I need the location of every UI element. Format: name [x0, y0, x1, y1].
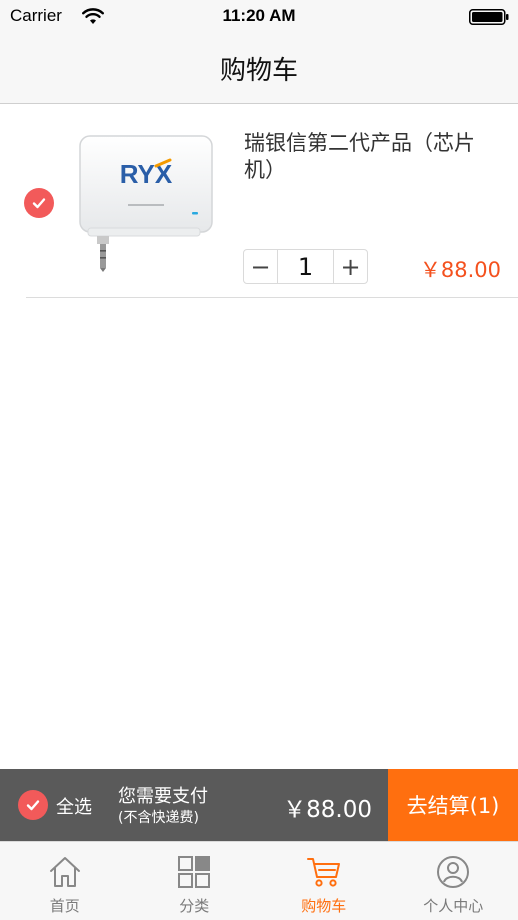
item-price: ￥88.00	[419, 258, 501, 282]
tab-home[interactable]: 首页	[0, 842, 130, 920]
navigation-bar: 购物车	[0, 34, 518, 104]
cart-item[interactable]: RYX 瑞银信第二代产品（芯片机） − 1 + ￥88.00	[0, 104, 518, 298]
select-all-label[interactable]: 全选	[56, 793, 92, 819]
tab-label: 首页	[49, 897, 80, 915]
user-icon	[437, 856, 470, 888]
pay-title: 您需要支付	[118, 786, 208, 807]
checkout-bar: 全选 您需要支付 (不含快递费) ￥88.00 去结算(1)	[0, 769, 518, 841]
cart-icon	[306, 858, 340, 887]
increment-button[interactable]: +	[333, 250, 367, 283]
decrement-button[interactable]: −	[244, 250, 278, 283]
battery-icon	[469, 9, 509, 25]
total-price: ￥88.00	[283, 797, 372, 823]
clock: 11:20 AM	[222, 6, 296, 25]
card-reader-icon[interactable]: RYX	[74, 130, 220, 274]
checkmark-icon	[32, 198, 46, 209]
tab-category[interactable]: 分类	[130, 842, 260, 920]
quantity-value[interactable]: 1	[278, 250, 333, 283]
status-bar: Carrier 11:20 AM	[0, 0, 518, 34]
checkmark-icon	[26, 800, 40, 811]
tab-label: 分类	[179, 897, 210, 915]
quantity-stepper: − 1 +	[243, 249, 368, 284]
tab-profile[interactable]: 个人中心	[389, 842, 518, 920]
category-grid-icon	[178, 856, 211, 888]
checkout-button[interactable]: 去结算(1)	[388, 769, 518, 841]
tab-label: 购物车	[301, 897, 347, 915]
tab-label: 个人中心	[423, 897, 484, 915]
tab-bar: 首页 分类 购物车 个人中心	[0, 841, 518, 920]
item-checkbox[interactable]	[24, 188, 54, 218]
product-name[interactable]: 瑞银信第二代产品（芯片机）	[244, 130, 500, 184]
home-icon	[49, 857, 80, 887]
select-all-checkbox[interactable]	[18, 790, 48, 820]
pay-subtitle: (不含快递费)	[118, 810, 199, 826]
divider	[26, 297, 518, 298]
page-title: 购物车	[219, 56, 298, 86]
tab-cart[interactable]: 购物车	[259, 842, 389, 920]
